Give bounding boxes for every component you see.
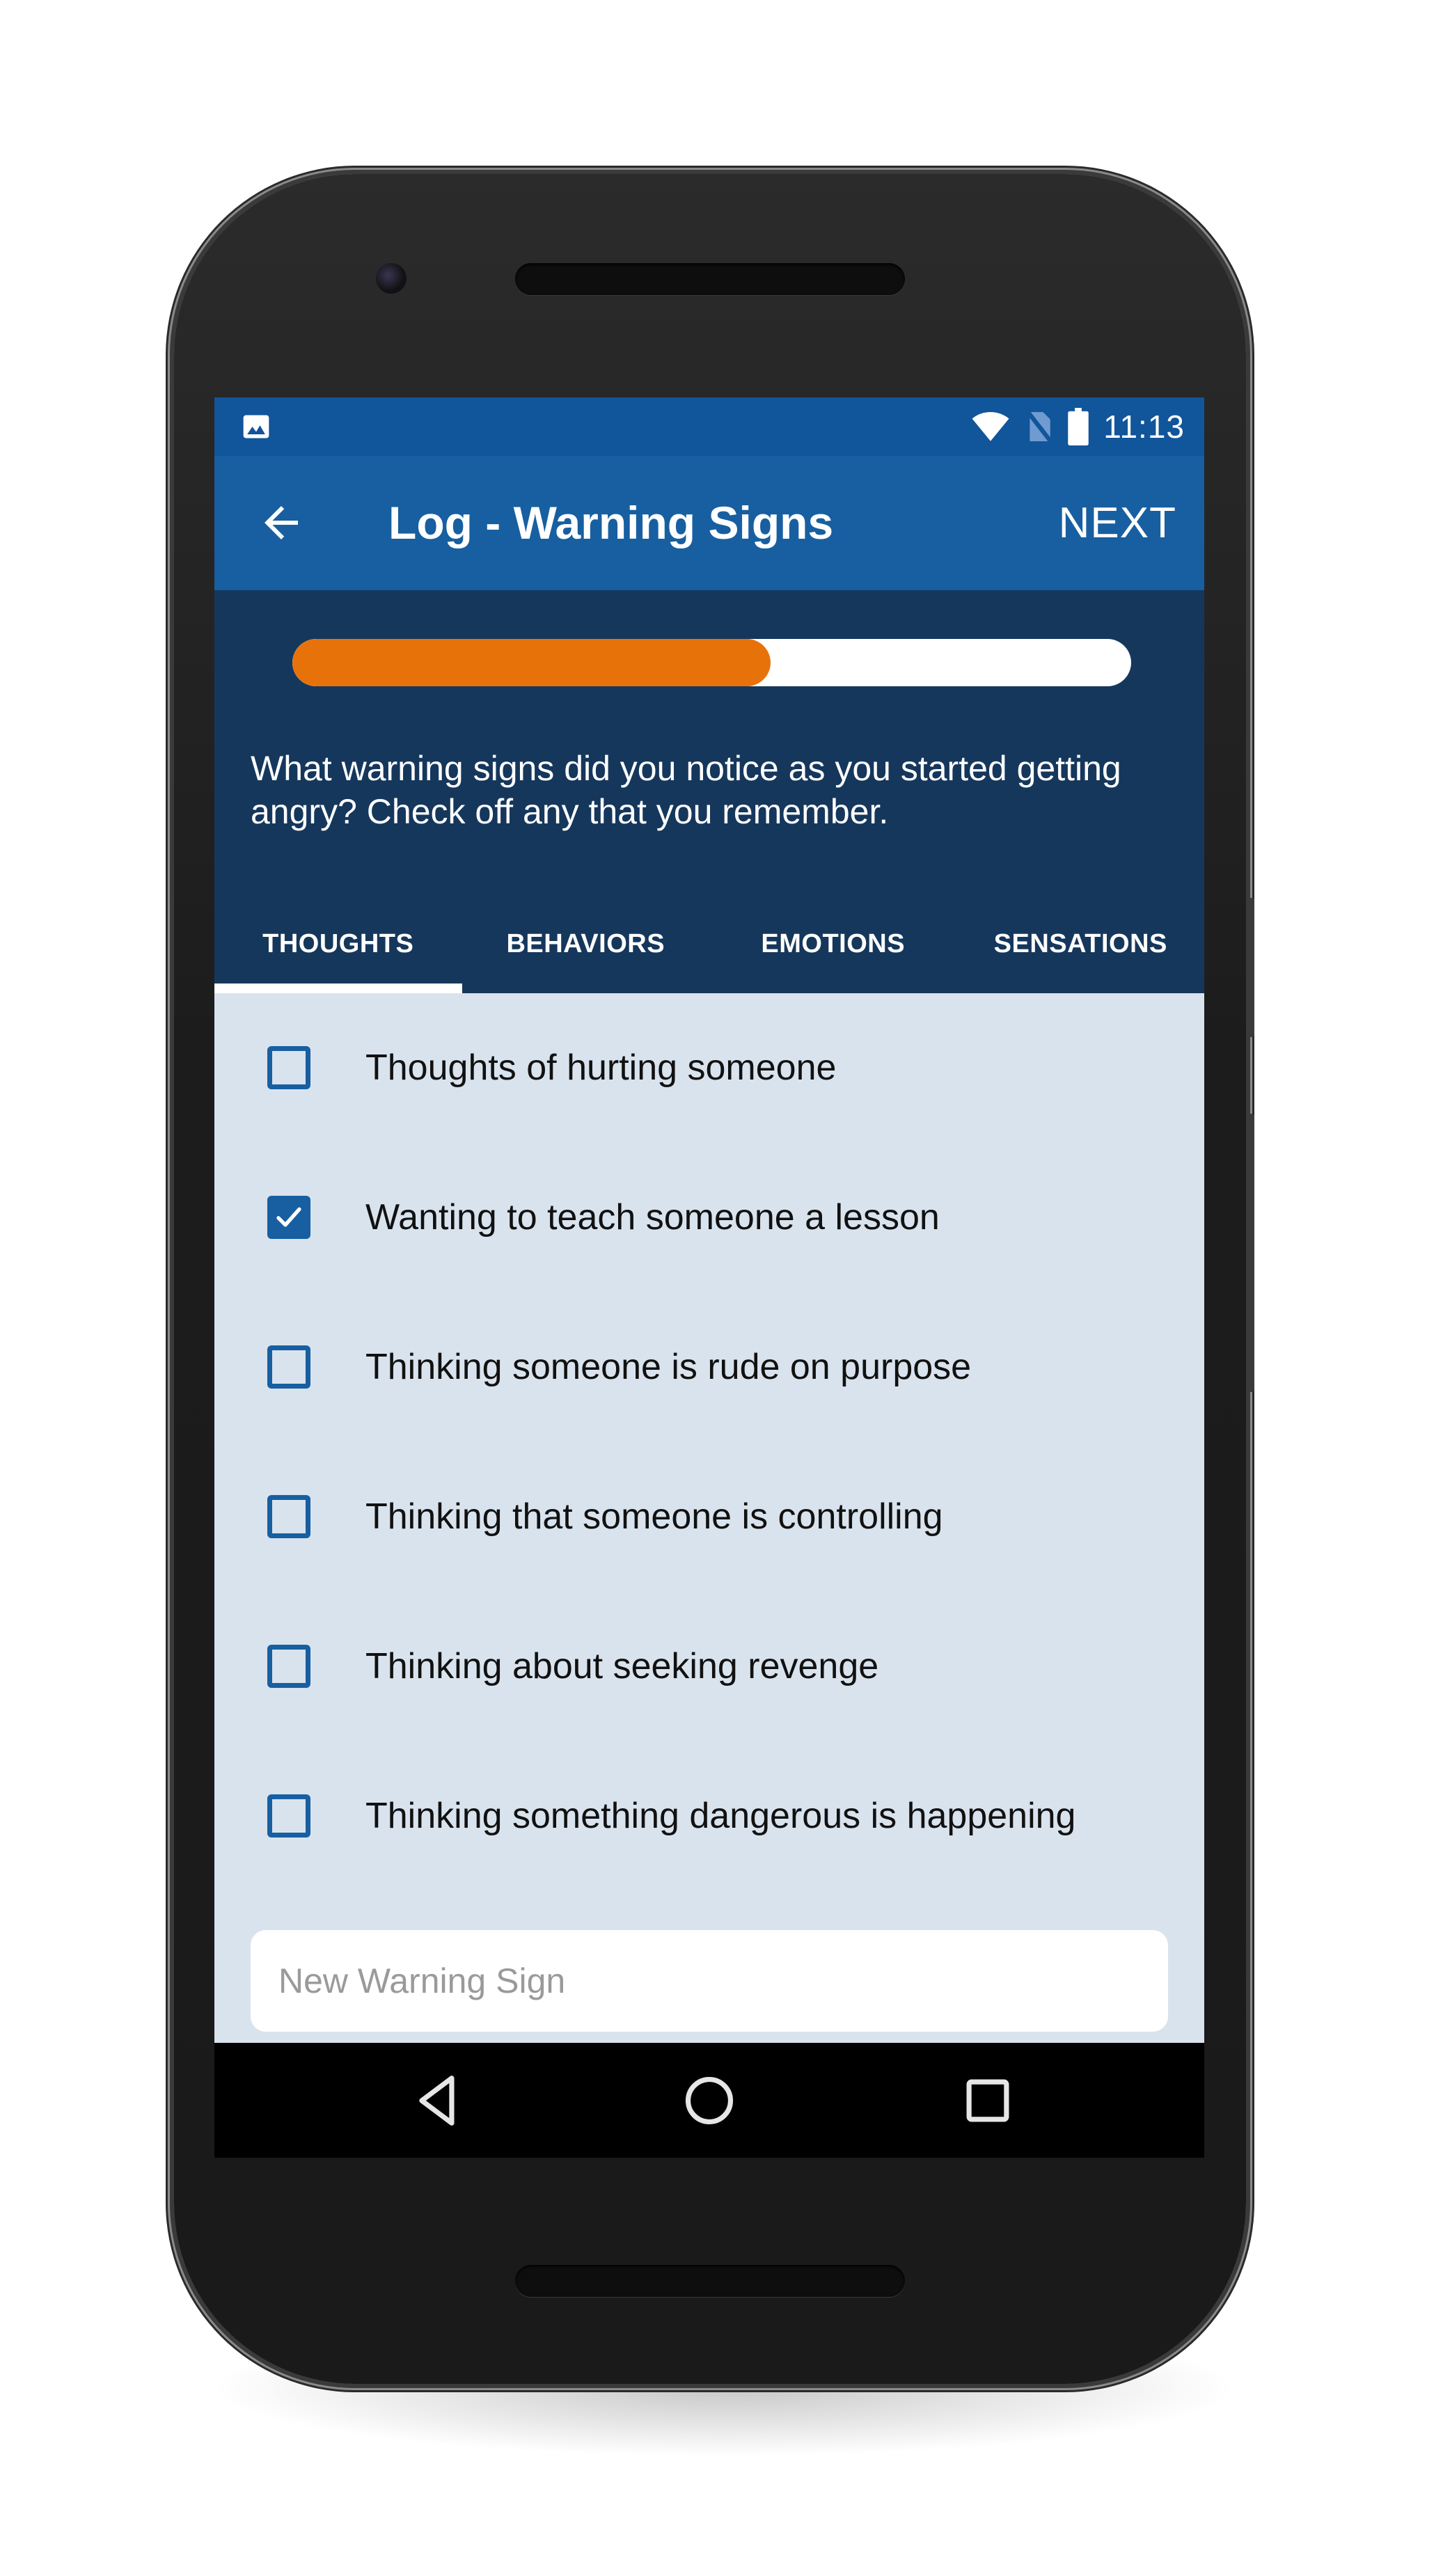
list-item-label: Thinking about seeking revenge — [365, 1646, 879, 1686]
tab-behaviors[interactable]: BEHAVIORS — [462, 903, 710, 993]
no-sim-icon — [1025, 409, 1054, 445]
top-speaker — [515, 263, 905, 295]
checkbox[interactable] — [267, 1046, 310, 1089]
battery-icon — [1068, 408, 1089, 445]
question-prompt: What warning signs did you notice as you… — [251, 749, 1121, 831]
tab-label: EMOTIONS — [761, 929, 906, 958]
status-bar: 11:13 — [214, 397, 1204, 456]
list-item-label: Wanting to teach someone a lesson — [365, 1197, 940, 1238]
list-item[interactable]: Thinking that someone is controlling — [214, 1442, 1204, 1592]
list-item-label: Thinking something dangerous is happenin… — [365, 1796, 1076, 1836]
selected-tab-indicator — [214, 983, 462, 993]
next-button[interactable]: NEXT — [1059, 456, 1176, 590]
list-item[interactable]: Thinking someone is rude on purpose — [214, 1293, 1204, 1442]
tab-label: SENSATIONS — [993, 929, 1167, 958]
checkbox[interactable] — [267, 1794, 310, 1838]
home-circle-icon[interactable] — [679, 2071, 739, 2131]
checkbox[interactable] — [267, 1645, 310, 1688]
list-item[interactable]: Thinking about seeking revenge — [214, 1592, 1204, 1741]
checkmark-icon — [276, 1207, 301, 1227]
list-item[interactable]: Thoughts of hurting someone — [214, 993, 1204, 1143]
checkbox[interactable] — [267, 1495, 310, 1538]
power-button — [1247, 898, 1254, 1037]
wifi-icon — [972, 412, 1009, 441]
volume-button — [1247, 1114, 1254, 1392]
tab-thoughts[interactable]: THOUGHTS — [214, 903, 462, 993]
page-title: Log - Warning Signs — [388, 497, 834, 548]
status-time: 11:13 — [1103, 409, 1185, 445]
progress-fill — [292, 639, 771, 686]
category-tabs: THOUGHTS BEHAVIORS EMOTIONS SENSATIONS — [214, 903, 1204, 993]
list-item[interactable]: Thinking something dangerous is happenin… — [214, 1741, 1204, 1891]
arrow-left-icon[interactable] — [256, 498, 306, 548]
list-item-label: Thoughts of hurting someone — [365, 1048, 837, 1088]
list-item[interactable]: Wanting to teach someone a lesson — [214, 1143, 1204, 1293]
app-bar: Log - Warning Signs NEXT — [214, 456, 1204, 590]
tab-label: BEHAVIORS — [506, 929, 665, 958]
android-nav-bar — [214, 2043, 1204, 2158]
checkbox-checked[interactable] — [267, 1196, 310, 1239]
tab-label: THOUGHTS — [262, 929, 414, 958]
recents-square-icon[interactable] — [958, 2071, 1018, 2131]
phone-screen: 11:13 Log - Warning Signs NEXT What warn… — [214, 397, 1204, 2158]
list-item-label: Thinking that someone is controlling — [365, 1496, 943, 1537]
front-camera — [376, 263, 407, 294]
image-notification-icon — [243, 415, 269, 438]
checkbox[interactable] — [267, 1345, 310, 1389]
bottom-speaker — [515, 2265, 905, 2297]
tab-sensations[interactable]: SENSATIONS — [957, 903, 1205, 993]
back-triangle-icon[interactable] — [409, 2071, 469, 2131]
question-header: What warning signs did you notice as you… — [214, 590, 1204, 993]
progress-bar — [292, 639, 1131, 686]
tab-emotions[interactable]: EMOTIONS — [709, 903, 957, 993]
list-item-label: Thinking someone is rude on purpose — [365, 1347, 972, 1387]
new-warning-sign-input[interactable] — [251, 1930, 1168, 2032]
